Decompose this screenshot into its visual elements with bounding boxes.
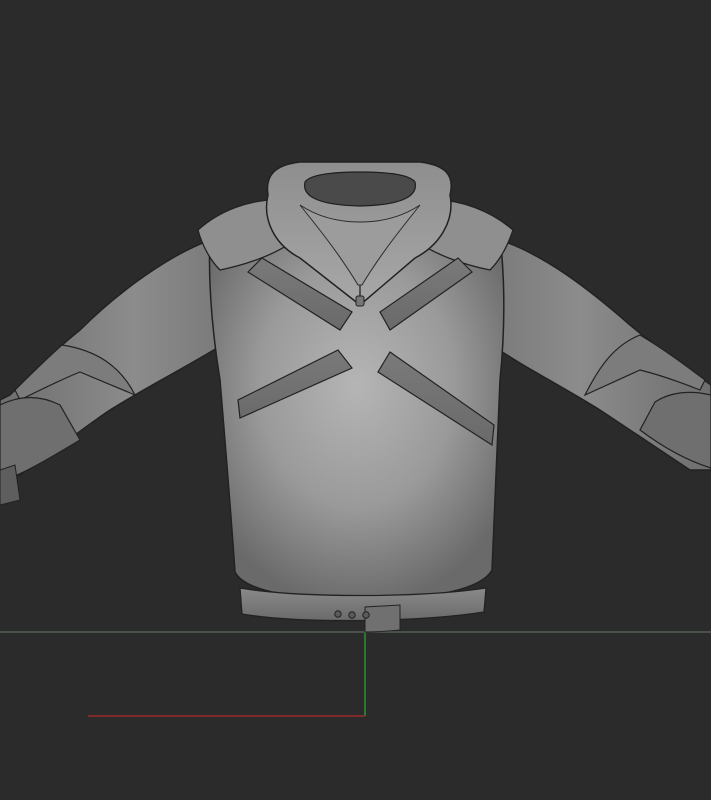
- 3d-viewport[interactable]: [0, 0, 711, 800]
- hood-opening: [304, 171, 416, 207]
- viewport-canvas[interactable]: [0, 0, 711, 800]
- button-icon-2: [348, 611, 356, 619]
- jacket-mesh[interactable]: [0, 161, 711, 633]
- floor-grid: [0, 631, 711, 717]
- button-icon-1: [334, 610, 342, 618]
- left-sleeve[interactable]: [0, 238, 223, 506]
- zipper-pull-icon: [355, 295, 365, 307]
- hem-tab: [364, 604, 401, 633]
- right-sleeve[interactable]: [491, 238, 711, 471]
- button-icon-3: [362, 611, 370, 619]
